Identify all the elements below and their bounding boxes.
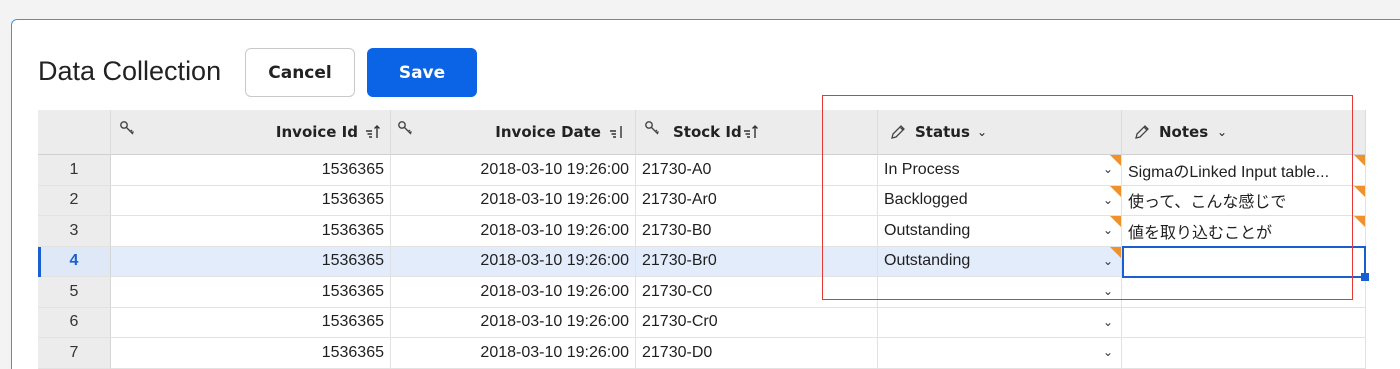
cell-invoice-date-text: 2018-03-10 19:26:00 <box>480 343 629 361</box>
edited-flag-icon <box>1354 185 1365 197</box>
cell-stock-id-text: 21730-Ar0 <box>642 191 717 209</box>
row-number: 1 <box>38 155 111 186</box>
cell-invoice-date-text: 2018-03-10 19:26:00 <box>480 282 629 300</box>
header-label: Invoice Date <box>495 123 601 141</box>
row-number-text: 2 <box>69 191 79 209</box>
cell-invoice-id: 1536365 <box>111 277 391 308</box>
cell-invoice-id-text: 1536365 <box>321 221 384 239</box>
row-number-text: 3 <box>69 221 79 239</box>
cell-invoice-date-text: 2018-03-10 19:26:00 <box>480 221 629 239</box>
row-number-text: 5 <box>69 282 79 300</box>
cell-invoice-date: 2018-03-10 19:26:00 <box>391 216 636 247</box>
edited-flag-icon <box>1354 216 1365 227</box>
cell-invoice-date: 2018-03-10 19:26:00 <box>391 307 636 338</box>
key-icon <box>119 120 137 138</box>
cell-invoice-date-text: 2018-03-10 19:26:00 <box>480 191 629 209</box>
cell-invoice-id: 1536365 <box>111 307 391 338</box>
row-number: 2 <box>38 185 111 216</box>
save-button[interactable]: Save <box>367 48 477 97</box>
cell-invoice-id: 1536365 <box>111 216 391 247</box>
header-invoice-id[interactable]: Invoice Id <box>111 110 391 155</box>
cancel-button[interactable]: Cancel <box>245 48 355 97</box>
highlight-box <box>822 95 1353 300</box>
cell-invoice-id-text: 1536365 <box>321 191 384 209</box>
cell-stock-id: 21730-Cr0 <box>636 307 878 338</box>
cell-stock-id-text: 21730-D0 <box>642 343 713 361</box>
cell-invoice-date-text: 2018-03-10 19:26:00 <box>480 313 629 331</box>
row-number-text: 6 <box>69 313 79 331</box>
cell-stock-id-text: 21730-Br0 <box>642 252 717 270</box>
cell-stock-id: 21730-D0 <box>636 338 878 369</box>
cell-stock-id-text: 21730-B0 <box>642 221 712 239</box>
header-label: Invoice Id <box>275 123 358 141</box>
chevron-down-icon[interactable]: ⌄ <box>1103 345 1113 359</box>
fill-handle[interactable] <box>1361 273 1369 281</box>
header-label: Stock Id <box>673 123 742 141</box>
key-icon <box>644 120 662 138</box>
chevron-down-icon[interactable]: ⌄ <box>1103 315 1113 329</box>
cell-invoice-id: 1536365 <box>111 246 391 277</box>
header-invoice-date[interactable]: Invoice Date <box>391 110 636 155</box>
cell-invoice-id-text: 1536365 <box>321 313 384 331</box>
row-number: 5 <box>38 277 111 308</box>
page-title: Data Collection <box>38 56 222 86</box>
row-number: 4 <box>38 246 111 277</box>
cell-invoice-date: 2018-03-10 19:26:00 <box>391 155 636 186</box>
cell-invoice-date: 2018-03-10 19:26:00 <box>391 246 636 277</box>
row-number-header <box>38 110 111 155</box>
cell-invoice-id-text: 1536365 <box>321 160 384 178</box>
cell-invoice-date: 2018-03-10 19:26:00 <box>391 185 636 216</box>
cell-invoice-id: 1536365 <box>111 185 391 216</box>
cell-notes[interactable] <box>1122 338 1366 369</box>
row-number-text: 7 <box>69 343 79 361</box>
cell-notes[interactable] <box>1122 307 1366 338</box>
cell-invoice-date: 2018-03-10 19:26:00 <box>391 277 636 308</box>
cell-stock-id-text: 21730-Cr0 <box>642 313 718 331</box>
row-number-text: 1 <box>69 160 79 178</box>
edited-flag-icon <box>1354 155 1365 166</box>
cell-invoice-id: 1536365 <box>111 155 391 186</box>
cell-status[interactable]: ⌄ <box>878 338 1122 369</box>
sort-icon[interactable] <box>608 123 626 141</box>
sort-asc-icon[interactable] <box>364 123 382 141</box>
sort-asc-icon[interactable] <box>742 123 760 141</box>
selected-row-indicator <box>38 246 41 277</box>
table-row[interactable]: 6 1536365 2018-03-10 19:26:00 21730-Cr0 ⌄ <box>38 307 1366 338</box>
cell-invoice-id: 1536365 <box>111 338 391 369</box>
key-icon <box>397 120 415 138</box>
cell-invoice-date: 2018-03-10 19:26:00 <box>391 338 636 369</box>
cell-status[interactable]: ⌄ <box>878 307 1122 338</box>
cell-invoice-date-text: 2018-03-10 19:26:00 <box>480 160 629 178</box>
row-number: 3 <box>38 216 111 247</box>
cell-invoice-id-text: 1536365 <box>321 343 384 361</box>
cell-invoice-id-text: 1536365 <box>321 282 384 300</box>
row-number-text: 4 <box>69 252 79 270</box>
cell-stock-id-text: 21730-A0 <box>642 160 712 178</box>
row-number: 6 <box>38 307 111 338</box>
cell-stock-id-text: 21730-C0 <box>642 282 713 300</box>
cell-invoice-id-text: 1536365 <box>321 252 384 270</box>
table-row[interactable]: 7 1536365 2018-03-10 19:26:00 21730-D0 ⌄ <box>38 338 1366 369</box>
cell-invoice-date-text: 2018-03-10 19:26:00 <box>480 252 629 270</box>
row-number: 7 <box>38 338 111 369</box>
